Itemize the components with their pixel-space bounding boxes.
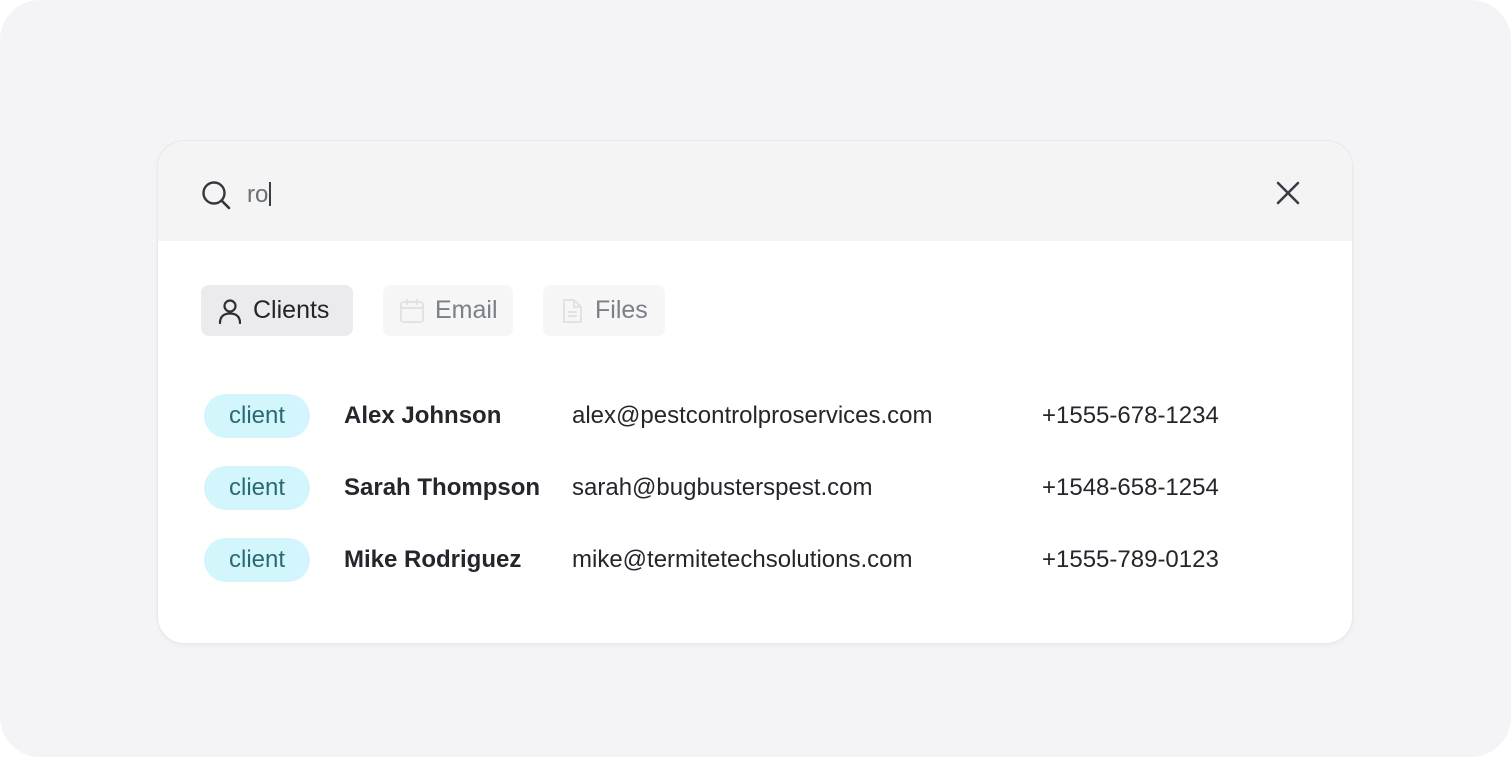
client-badge: client: [204, 466, 310, 510]
result-row[interactable]: client Mike Rodriguez mike@termitetechso…: [204, 538, 1304, 582]
backdrop: ro Clients Email Files client Alex Johns…: [0, 0, 1511, 757]
file-icon: [558, 297, 586, 325]
client-name: Alex Johnson: [344, 402, 502, 429]
calendar-icon: [398, 297, 426, 325]
client-badge: client: [204, 394, 310, 438]
tab-files[interactable]: Files: [543, 285, 665, 336]
client-phone: +1555-789-0123: [1042, 546, 1219, 573]
client-email: mike@termitetechsolutions.com: [572, 546, 913, 573]
result-row[interactable]: client Alex Johnson alex@pestcontrolpros…: [204, 394, 1304, 438]
client-badge: client: [204, 538, 310, 582]
search-icon: [200, 179, 232, 211]
tab-clients-label: Clients: [253, 296, 330, 324]
close-icon[interactable]: [1272, 177, 1304, 209]
client-email: alex@pestcontrolproservices.com: [572, 402, 933, 429]
search-input[interactable]: ro: [247, 177, 272, 213]
client-phone: +1548-658-1254: [1042, 474, 1219, 501]
search-bar: ro: [158, 141, 1352, 241]
client-email: sarah@bugbusterspest.com: [572, 474, 873, 501]
tab-email[interactable]: Email: [383, 285, 513, 336]
text-caret: [269, 182, 272, 206]
tab-email-label: Email: [435, 296, 498, 324]
client-phone: +1555-678-1234: [1042, 402, 1219, 429]
search-query: ro: [247, 181, 269, 208]
client-name: Mike Rodriguez: [344, 546, 522, 573]
user-icon: [216, 297, 244, 325]
client-name: Sarah Thompson: [344, 474, 541, 501]
result-row[interactable]: client Sarah Thompson sarah@bugbusterspe…: [204, 466, 1304, 510]
search-panel: ro Clients Email Files client Alex Johns…: [158, 141, 1352, 643]
tab-files-label: Files: [595, 296, 648, 324]
tab-clients[interactable]: Clients: [201, 285, 353, 336]
